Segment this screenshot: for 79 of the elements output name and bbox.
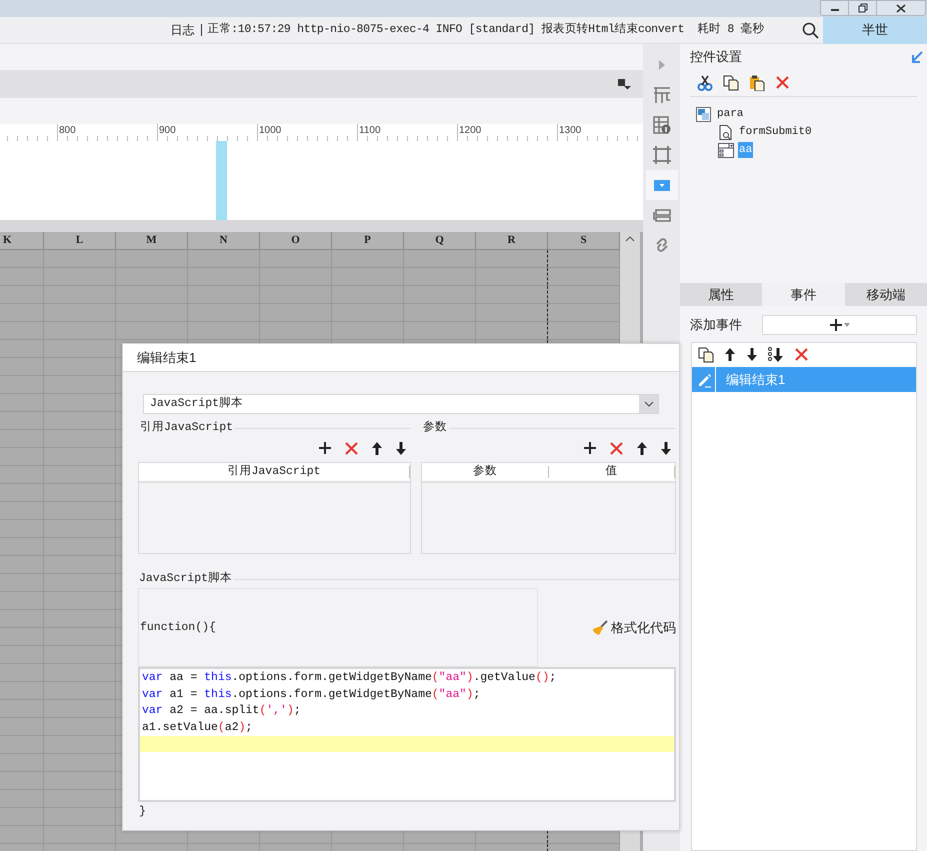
ruler-label: 1200	[459, 125, 482, 137]
section-title: JavaScript脚本	[139, 570, 234, 588]
add-event-label: 添加事件	[690, 316, 743, 334]
delete-icon[interactable]	[609, 440, 624, 456]
dock-arrow-icon[interactable]	[911, 51, 923, 63]
column-header[interactable]: 参数	[422, 466, 548, 478]
script-type-select[interactable]: JavaScript脚本	[143, 394, 659, 414]
delete-icon[interactable]	[344, 440, 359, 456]
restore-icon[interactable]	[858, 3, 868, 13]
select-value: JavaScript脚本	[149, 396, 244, 412]
format-code-button[interactable]: 格式化代码	[592, 618, 676, 638]
code-editor[interactable]: var aa = this.options.form.getWidgetByName("aa").getValue(); var a1 = this.options.form.getWidgetByName("aa"); var a2 = aa.split(','); a1.setValue(a2);	[138, 667, 676, 802]
document-search-icon	[718, 124, 734, 140]
ruler-label: 1300	[559, 125, 582, 137]
move-up-icon[interactable]	[724, 347, 736, 363]
ruler-label: 800	[59, 125, 76, 137]
move-up-icon[interactable]	[371, 440, 383, 456]
caret-icon	[844, 323, 850, 327]
code-line: var a2 = aa.split(',');	[141, 703, 302, 719]
paste-icon[interactable]	[749, 75, 765, 91]
panel-tab[interactable]: 属性	[680, 283, 762, 306]
column-header[interactable]: R	[476, 232, 548, 249]
add-icon[interactable]	[318, 440, 332, 456]
user-name[interactable]: 半世	[823, 16, 927, 44]
move-up-icon[interactable]	[636, 440, 648, 456]
side-tool-button[interactable]	[646, 170, 678, 200]
column-header[interactable]: Q	[404, 232, 476, 249]
selected-widget-marker[interactable]	[216, 141, 227, 220]
chevron-down-icon	[644, 401, 654, 407]
code-line: var aa = this.options.form.getWidgetByName("aa").getValue();	[141, 670, 558, 686]
event-name: 编辑结束1	[726, 370, 786, 389]
plus-icon	[829, 318, 843, 332]
function-footer: }	[139, 803, 679, 820]
code-line: a1.setValue(a2);	[141, 720, 254, 736]
label-widget-icon	[652, 208, 671, 222]
frame-icon	[652, 146, 670, 164]
table-info-icon	[652, 116, 670, 134]
column-header[interactable]: P	[332, 232, 404, 249]
close-icon[interactable]	[896, 4, 906, 12]
broom-icon	[592, 620, 608, 636]
move-down-icon[interactable]	[746, 347, 758, 363]
link-icon	[654, 237, 670, 253]
code-line: var a1 = this.options.form.getWidgetByName("aa");	[141, 686, 482, 702]
add-icon[interactable]	[583, 440, 597, 456]
ruler-label: 1000	[259, 125, 282, 137]
log-message: 正常:10:57:29 http-nio-8075-exec-4 INFO [standard] 报表页转Html结束convert 耗时 8 毫秒	[208, 21, 764, 38]
section-title: 参数	[422, 420, 448, 436]
delete-icon[interactable]	[794, 347, 810, 363]
column-header[interactable]: O	[260, 232, 332, 249]
tree-item[interactable]: formSubmit0	[738, 124, 813, 140]
cut-icon[interactable]	[697, 75, 713, 91]
collapse-arrow-icon	[658, 59, 666, 71]
move-down-icon[interactable]	[395, 440, 407, 456]
copy-icon[interactable]	[723, 75, 739, 91]
ruler-label: 900	[159, 125, 176, 137]
section-title: 引用JavaScript	[139, 420, 234, 436]
copy-icon[interactable]	[698, 347, 714, 363]
function-header: function(){	[139, 620, 216, 636]
column-header[interactable]: 值	[548, 466, 675, 478]
scroll-up-icon[interactable]	[625, 236, 635, 242]
tree-item[interactable]: para	[716, 106, 744, 122]
layout-grid-icon	[652, 86, 670, 104]
ruler-label: 1100	[359, 125, 381, 137]
list-widget-icon	[718, 142, 734, 158]
search-icon[interactable]	[802, 22, 819, 38]
dialog-title: 编辑结束1	[137, 348, 196, 367]
panel-tab[interactable]: 移动端	[844, 283, 927, 306]
panel-title: 控件设置	[690, 48, 742, 66]
column-header[interactable]: N	[188, 232, 260, 249]
move-to-bottom-icon[interactable]	[768, 347, 784, 363]
dropdown-menu-icon[interactable]	[617, 78, 631, 90]
dropdown-widget-icon	[654, 180, 670, 190]
delete-icon[interactable]	[775, 75, 791, 91]
column-header[interactable]: L	[44, 232, 116, 249]
move-down-icon[interactable]	[660, 440, 672, 456]
form-icon	[696, 106, 712, 122]
column-header[interactable]: M	[116, 232, 188, 249]
column-header[interactable]: K	[0, 232, 44, 249]
log-label: 日志	[170, 24, 202, 36]
